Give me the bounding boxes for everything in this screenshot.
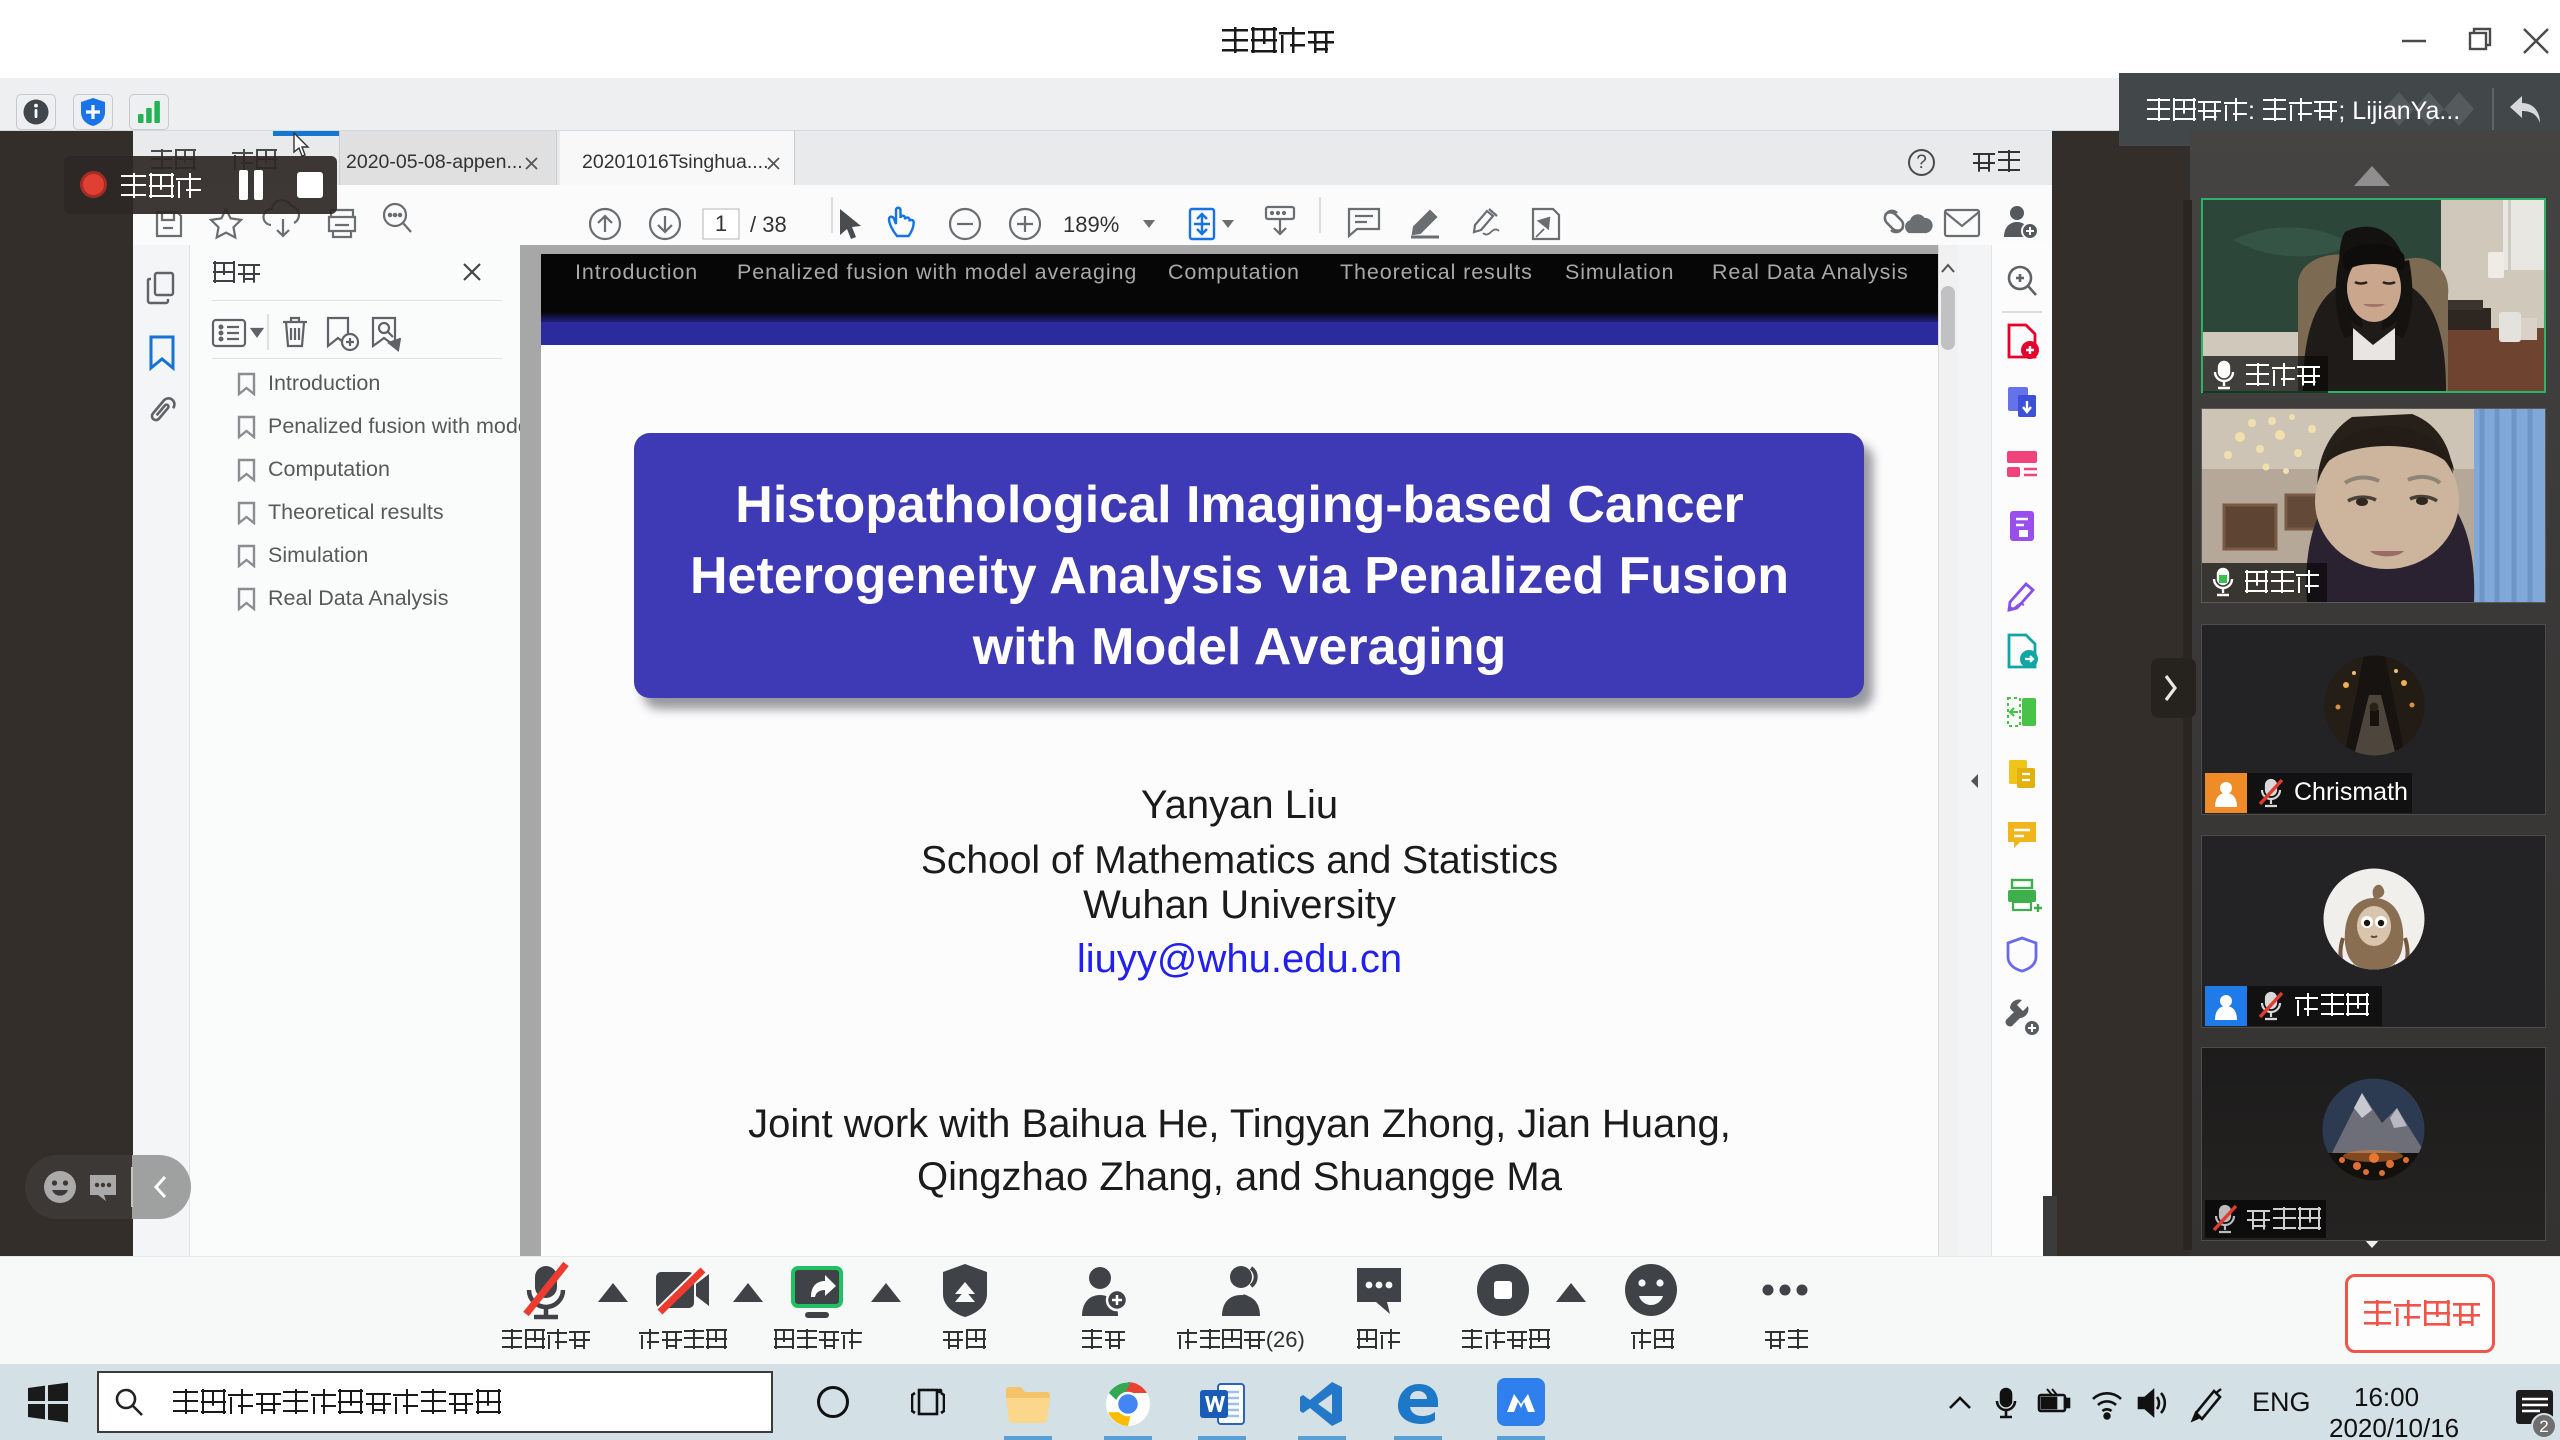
- svg-text:189%: 189%: [1063, 212, 1119, 237]
- svg-text:1: 1: [715, 211, 727, 236]
- svg-text:2020/10/16: 2020/10/16: [2329, 1413, 2459, 1440]
- svg-text:/ 38: / 38: [750, 212, 787, 237]
- svg-text:16:00: 16:00: [2354, 1382, 2419, 1412]
- svg-text:ENG: ENG: [2252, 1387, 2311, 1417]
